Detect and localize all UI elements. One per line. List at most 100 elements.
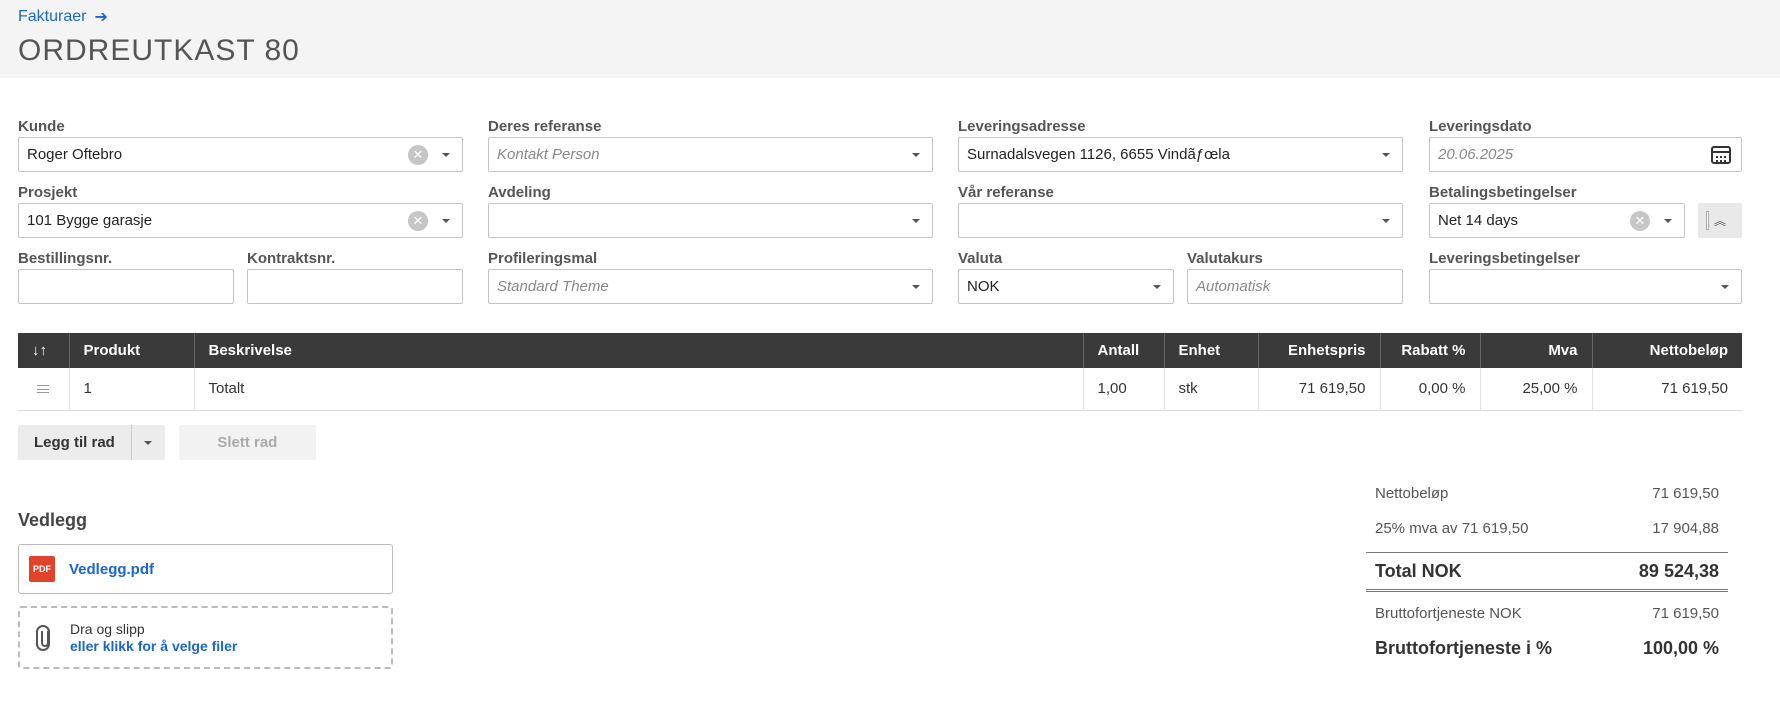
- chevron-down-icon[interactable]: [1664, 218, 1672, 223]
- chevron-down-icon[interactable]: [442, 218, 450, 223]
- cell-rabatt[interactable]: 0,00 %: [1380, 368, 1481, 410]
- kunde-value: Roger Oftebro: [27, 146, 123, 163]
- leveringsdato-input[interactable]: 20.06.2025: [1429, 137, 1742, 172]
- avdeling-select[interactable]: [488, 203, 933, 238]
- sort-column-header[interactable]: ↓↑: [18, 333, 70, 368]
- avdeling-label: Avdeling: [488, 184, 551, 201]
- table-row[interactable]: 1 Totalt 1,00 stk 71 619,50 0,00 % 25,00…: [18, 368, 1742, 410]
- cell-nettobelop: 71 619,50: [1661, 380, 1728, 398]
- summary-total-label: Total NOK: [1375, 560, 1462, 581]
- betalingsbetingelser-select[interactable]: Net 14 days ✕: [1429, 203, 1685, 238]
- chevron-down-icon[interactable]: [912, 152, 920, 157]
- add-row-button[interactable]: Legg til rad: [18, 434, 131, 451]
- file-dropzone[interactable]: Dra og slipp eller klikk for å velge fil…: [18, 606, 393, 669]
- avdeling-field: Avdeling: [488, 183, 933, 238]
- cell-mva[interactable]: 25,00 %: [1480, 368, 1593, 410]
- add-row-dropdown[interactable]: [130, 425, 165, 460]
- enhetspris-column-header[interactable]: Enhetspris: [1258, 333, 1381, 368]
- add-row-button-group: Legg til rad: [18, 425, 165, 460]
- mva-column-header[interactable]: Mva: [1480, 333, 1593, 368]
- leveringsadresse-field: Leveringsadresse Surnadalsvegen 1126, 66…: [958, 117, 1403, 172]
- leveringsbetingelser-label: Leveringsbetingelser: [1429, 250, 1580, 267]
- chevron-down-icon[interactable]: [1153, 284, 1161, 289]
- prosjekt-field: Prosjekt 101 Bygge garasje ✕: [18, 183, 463, 238]
- kunde-label: Kunde: [18, 118, 65, 135]
- summary-netto-value: 71 619,50: [1652, 485, 1719, 502]
- bestillingsnr-label: Bestillingsnr.: [18, 250, 113, 267]
- calendar-icon[interactable]: [1711, 145, 1731, 164]
- deres-referanse-label: Deres referanse: [488, 118, 602, 135]
- prosjekt-label: Prosjekt: [18, 184, 78, 201]
- kontraktsnr-input[interactable]: [247, 269, 463, 304]
- profileringsmal-select[interactable]: Standard Theme: [488, 269, 933, 304]
- chevron-down-icon[interactable]: [1382, 152, 1390, 157]
- leveringsdato-placeholder: 20.06.2025: [1438, 146, 1514, 163]
- valutakurs-placeholder: Automatisk: [1196, 278, 1271, 295]
- collapse-button[interactable]: ︽: [1698, 203, 1742, 238]
- paperclip-icon: [36, 624, 50, 651]
- valutakurs-field: Valutakurs Automatisk: [1187, 249, 1403, 304]
- valuta-label: Valuta: [958, 250, 1003, 267]
- rabatt-column-header[interactable]: Rabatt %: [1380, 333, 1481, 368]
- var-referanse-select[interactable]: [958, 203, 1403, 238]
- arrow-right-icon: ➔: [94, 9, 108, 26]
- kunde-field: Kunde Roger Oftebro ✕: [18, 117, 463, 172]
- valuta-select[interactable]: NOK: [958, 269, 1174, 304]
- leveringsadresse-value: Surnadalsvegen 1126, 6655 Vindãƒœla: [967, 146, 1230, 163]
- kontraktsnr-label: Kontraktsnr.: [247, 250, 336, 267]
- leveringsbetingelser-field: Leveringsbetingelser: [1429, 249, 1742, 304]
- table-header-row: ↓↑ Produkt Beskrivelse Antall Enhet Enhe…: [18, 333, 1742, 368]
- drag-handle[interactable]: [18, 368, 70, 410]
- betalingsbetingelser-field: Betalingsbetingelser Net 14 days ✕: [1429, 183, 1685, 238]
- attachment-item[interactable]: PDF Vedlegg.pdf: [18, 544, 393, 594]
- kunde-select[interactable]: Roger Oftebro ✕: [18, 137, 463, 172]
- cell-enhetspris[interactable]: 71 619,50: [1258, 368, 1381, 410]
- choose-files-link[interactable]: eller klikk for å velge filer: [70, 638, 237, 655]
- dropzone-text: Dra og slipp: [70, 620, 145, 637]
- chevron-down-icon[interactable]: [1382, 218, 1390, 223]
- cell-enhet[interactable]: stk: [1164, 368, 1259, 410]
- produkt-column-header[interactable]: Produkt: [69, 333, 195, 368]
- valutakurs-input[interactable]: Automatisk: [1187, 269, 1403, 304]
- clear-icon[interactable]: ✕: [1630, 210, 1650, 231]
- drag-handle-icon: [37, 385, 50, 394]
- summary-netto-label: Nettobeløp: [1375, 485, 1449, 502]
- chevron-down-icon: [144, 440, 153, 445]
- leveringsbetingelser-select[interactable]: [1429, 269, 1742, 304]
- bestillingsnr-input[interactable]: [18, 269, 234, 304]
- leveringsadresse-select[interactable]: Surnadalsvegen 1126, 6655 Vindãƒœla: [958, 137, 1403, 172]
- summary-total-row: Total NOK 89 524,38: [1366, 552, 1728, 592]
- beskrivelse-column-header[interactable]: Beskrivelse: [194, 333, 1084, 368]
- cell-antall[interactable]: 1,00: [1083, 368, 1165, 410]
- betalingsbetingelser-value: Net 14 days: [1438, 212, 1519, 229]
- breadcrumb-link[interactable]: Fakturaer: [18, 8, 86, 26]
- chevron-down-icon[interactable]: [1721, 284, 1729, 289]
- chevron-down-icon[interactable]: [442, 152, 450, 157]
- summary-mva-value: 17 904,88: [1652, 520, 1719, 537]
- prosjekt-select[interactable]: 101 Bygge garasje ✕: [18, 203, 463, 238]
- antall-column-header[interactable]: Antall: [1083, 333, 1165, 368]
- deres-referanse-select[interactable]: Kontakt Person: [488, 137, 933, 172]
- attachment-link[interactable]: Vedlegg.pdf: [69, 561, 154, 578]
- cell-beskrivelse[interactable]: Totalt: [194, 368, 1084, 410]
- clear-icon[interactable]: ✕: [408, 210, 428, 231]
- leveringsadresse-label: Leveringsadresse: [958, 118, 1086, 135]
- betalingsbetingelser-label: Betalingsbetingelser: [1429, 184, 1577, 201]
- nettobelop-column-header[interactable]: Nettobeløp: [1592, 333, 1742, 368]
- chevron-down-icon[interactable]: [912, 284, 920, 289]
- summary-profit-label: Bruttofortjeneste NOK: [1375, 605, 1522, 622]
- clear-icon[interactable]: ✕: [408, 144, 428, 165]
- profileringsmal-label: Profileringsmal: [488, 250, 598, 267]
- cell-produkt[interactable]: 1: [69, 368, 195, 410]
- delete-row-button[interactable]: Slett rad: [178, 425, 316, 460]
- enhet-column-header[interactable]: Enhet: [1164, 333, 1259, 368]
- breadcrumb[interactable]: Fakturaer ➔: [18, 8, 1762, 26]
- order-form: Kunde Roger Oftebro ✕ Deres referanse Ko…: [0, 78, 1780, 338]
- chevron-down-icon[interactable]: [912, 218, 920, 223]
- profileringsmal-placeholder: Standard Theme: [497, 278, 609, 295]
- summary-mva-label: 25% mva av 71 619,50: [1375, 520, 1529, 537]
- pdf-icon: PDF: [29, 556, 55, 582]
- page-header: Fakturaer ➔ ORDREUTKAST 80: [0, 0, 1780, 78]
- kontraktsnr-field: Kontraktsnr.: [247, 249, 463, 304]
- summary-netto-row: Nettobeløp 71 619,50: [1366, 476, 1728, 511]
